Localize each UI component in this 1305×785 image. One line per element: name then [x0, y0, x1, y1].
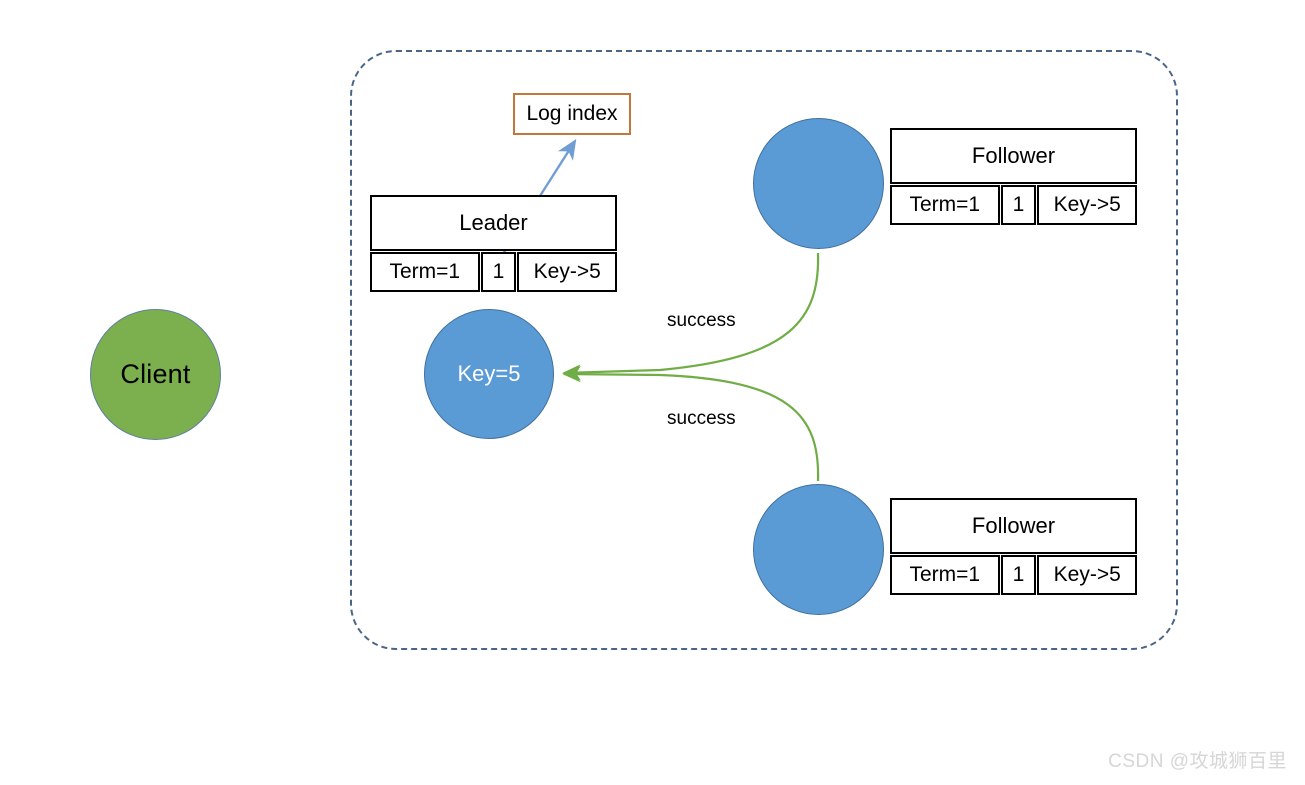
follower-bottom-table-header: Follower — [890, 498, 1137, 554]
follower-top-entry-command: Key->5 — [1037, 185, 1137, 225]
edge-label-success-bottom: success — [667, 408, 736, 429]
follower-top-entry-index: 1 — [1000, 185, 1037, 225]
follower-node-top[interactable] — [753, 118, 884, 249]
leader-entry-index: 1 — [480, 252, 517, 292]
follower-bottom-entry-command: Key->5 — [1037, 555, 1137, 595]
follower-bottom-entry-index: 1 — [1000, 555, 1037, 595]
follower-table-bottom: Follower Term=1 1 Key->5 — [890, 498, 1137, 595]
watermark: CSDN @攻城狮百里 — [1108, 751, 1287, 772]
leader-table-header: Leader — [370, 195, 617, 251]
log-index-callout-label: Log index — [526, 102, 618, 125]
client-node-label: Client — [120, 359, 191, 389]
follower-node-bottom[interactable] — [753, 484, 884, 615]
diagram-canvas: Client Key=5 Log index Leader Term=1 1 K… — [0, 0, 1305, 785]
follower-bottom-log-entry-row: Term=1 1 Key->5 — [890, 555, 1137, 595]
follower-bottom-entry-term: Term=1 — [890, 555, 1000, 595]
log-index-callout: Log index — [513, 93, 631, 135]
leader-log-entry-row: Term=1 1 Key->5 — [370, 252, 617, 292]
leader-table: Leader Term=1 1 Key->5 — [370, 195, 617, 292]
client-node[interactable]: Client — [90, 309, 221, 440]
follower-table-top: Follower Term=1 1 Key->5 — [890, 128, 1137, 225]
edge-label-success-top: success — [667, 310, 736, 331]
follower-top-entry-term: Term=1 — [890, 185, 1000, 225]
request-node-label: Key=5 — [457, 361, 521, 386]
follower-top-table-header: Follower — [890, 128, 1137, 184]
leader-entry-command: Key->5 — [517, 252, 617, 292]
leader-entry-term: Term=1 — [370, 252, 480, 292]
follower-top-log-entry-row: Term=1 1 Key->5 — [890, 185, 1137, 225]
request-node[interactable]: Key=5 — [424, 309, 554, 439]
